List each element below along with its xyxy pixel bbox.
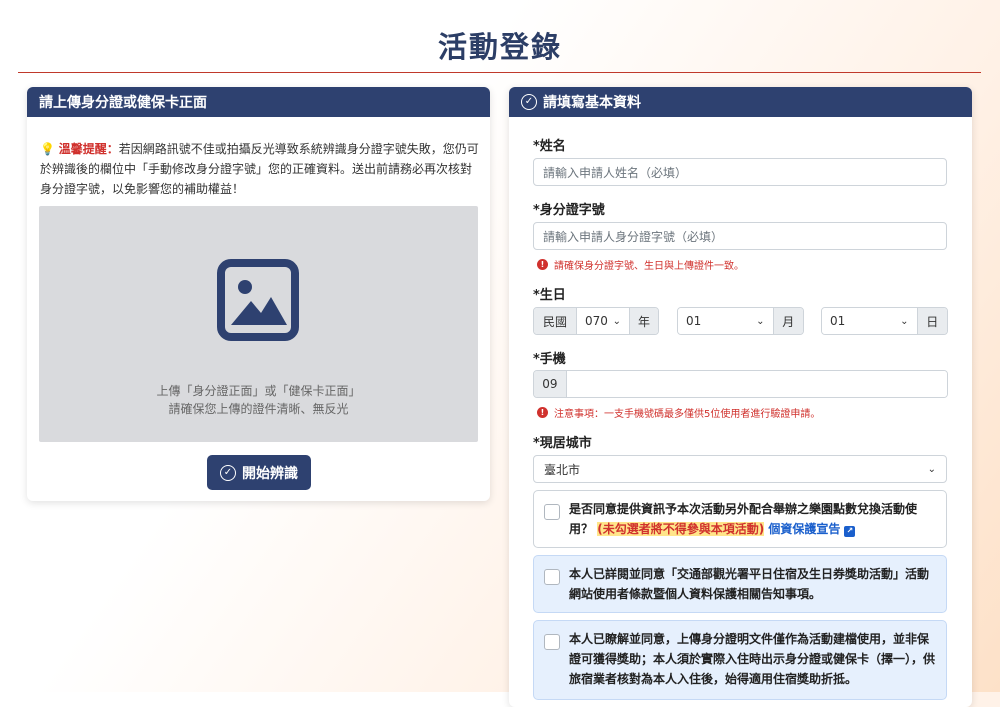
form-card: ✓ 請填寫基本資料 *姓名 請輸入申請人姓名（必填） *身分證字號 請輸入申請人… <box>509 87 972 707</box>
form-card-header: ✓ 請填寫基本資料 <box>509 87 972 117</box>
name-input[interactable]: 請輸入申請人姓名（必填） <box>533 158 947 186</box>
external-link-icon: ↗ <box>844 525 856 537</box>
start-recognition-button[interactable]: ✓ 開始辨識 <box>207 455 311 490</box>
hint-text: 💡 溫馨提醒：若因網路訊號不佳或拍攝反光導致系統辨識身分證字號失敗，您仍可於辨識… <box>40 139 480 199</box>
chevron-down-icon: ⌄ <box>927 463 936 475</box>
chevron-down-icon: ⌄ <box>900 315 909 327</box>
alert-icon: ! <box>537 259 548 270</box>
phone-label: *手機 <box>533 352 566 367</box>
phone-note: ! 注意事項：一支手機號碼最多僅供5位使用者進行驗證申請。 <box>537 405 820 420</box>
birthday-label: *生日 <box>533 288 566 303</box>
chevron-down-icon: ⌄ <box>756 315 765 327</box>
city-value: 臺北市 <box>544 462 581 477</box>
era-addon: 民國 <box>534 308 576 334</box>
month-group: 01 ⌄ 月 <box>677 307 804 335</box>
year-select[interactable]: 070 ⌄ <box>576 308 630 334</box>
day-unit: 日 <box>917 308 947 334</box>
hint-label: 溫馨提醒： <box>58 142 119 156</box>
day-group: 01 ⌄ 日 <box>821 307 948 335</box>
month-value: 01 <box>686 314 702 328</box>
month-select[interactable]: 01 ⌄ <box>678 308 774 334</box>
year-unit: 年 <box>630 308 658 334</box>
consent-text-2: 本人已詳閱並同意「交通部觀光署平日住宿及生日券獎助活動」活動網站使用者條款暨個人… <box>569 567 930 601</box>
title-divider <box>18 72 981 73</box>
day-value: 01 <box>830 314 846 328</box>
check-circle-icon: ✓ <box>220 464 236 481</box>
id-error-text: 請確保身分證字號、生日與上傳證件一致。 <box>554 261 744 272</box>
consent-checkbox-1[interactable] <box>544 504 560 520</box>
phone-input[interactable] <box>565 371 947 397</box>
consent-checkbox-3[interactable] <box>544 634 560 650</box>
form-card-title: 請填寫基本資料 <box>543 95 641 111</box>
id-error: ! 請確保身分證字號、生日與上傳證件一致。 <box>537 257 744 272</box>
lightbulb-icon: 💡 <box>40 142 55 156</box>
month-unit: 月 <box>773 308 803 334</box>
upload-card: 請上傳身分證或健保卡正面 💡 溫馨提醒：若因網路訊號不佳或拍攝反光導致系統辨識身… <box>27 87 490 501</box>
id-input[interactable]: 請輸入申請人身分證字號（必填） <box>533 222 947 250</box>
name-label: *姓名 <box>533 139 566 154</box>
privacy-link[interactable]: 個資保護宣告 <box>768 522 840 536</box>
id-label: *身分證字號 <box>533 203 605 218</box>
upload-instructions: 上傳「身分證正面」或「健保卡正面」 請確保您上傳的證件清晰、無反光 <box>39 382 478 418</box>
consent-card-1: 是否同意提供資訊予本次活動另外配合舉辦之樂園點數兌換活動使用？ (未勾選者將不得… <box>533 490 947 548</box>
chevron-down-icon: ⌄ <box>612 315 621 327</box>
start-button-label: 開始辨識 <box>242 465 298 482</box>
consent-1-warning: (未勾選者將不得參與本項活動) <box>597 522 765 536</box>
upload-line-1: 上傳「身分證正面」或「健保卡正面」 <box>156 384 361 398</box>
city-select[interactable]: 臺北市 ⌄ <box>533 455 947 483</box>
year-value: 070 <box>585 314 608 328</box>
city-label: *現居城市 <box>533 436 592 451</box>
consent-card-3: 本人已瞭解並同意，上傳身分證明文件僅作為活動建檔使用，並非保證可獲得獎助；本人須… <box>533 620 947 700</box>
consent-checkbox-2[interactable] <box>544 569 560 585</box>
day-select[interactable]: 01 ⌄ <box>822 308 918 334</box>
consent-card-2: 本人已詳閱並同意「交通部觀光署平日住宿及生日券獎助活動」活動網站使用者條款暨個人… <box>533 555 947 613</box>
year-group: 民國 070 ⌄ 年 <box>533 307 659 335</box>
phone-group: 09 <box>533 370 948 398</box>
upload-card-header: 請上傳身分證或健保卡正面 <box>27 87 490 117</box>
phone-note-text: 注意事項：一支手機號碼最多僅供5位使用者進行驗證申請。 <box>554 409 821 420</box>
consent-text-1: 是否同意提供資訊予本次活動另外配合舉辦之樂園點數兌換活動使用？ (未勾選者將不得… <box>569 499 937 539</box>
alert-icon: ! <box>537 407 548 418</box>
check-circle-icon: ✓ <box>521 94 537 110</box>
upload-line-2: 請確保您上傳的證件清晰、無反光 <box>168 402 349 416</box>
image-icon <box>217 259 299 341</box>
phone-prefix: 09 <box>534 371 566 397</box>
consent-text-3: 本人已瞭解並同意，上傳身分證明文件僅作為活動建檔使用，並非保證可獲得獎助；本人須… <box>569 632 936 686</box>
upload-dropzone[interactable]: 上傳「身分證正面」或「健保卡正面」 請確保您上傳的證件清晰、無反光 <box>39 206 478 442</box>
page-title: 活動登錄 <box>437 30 562 64</box>
